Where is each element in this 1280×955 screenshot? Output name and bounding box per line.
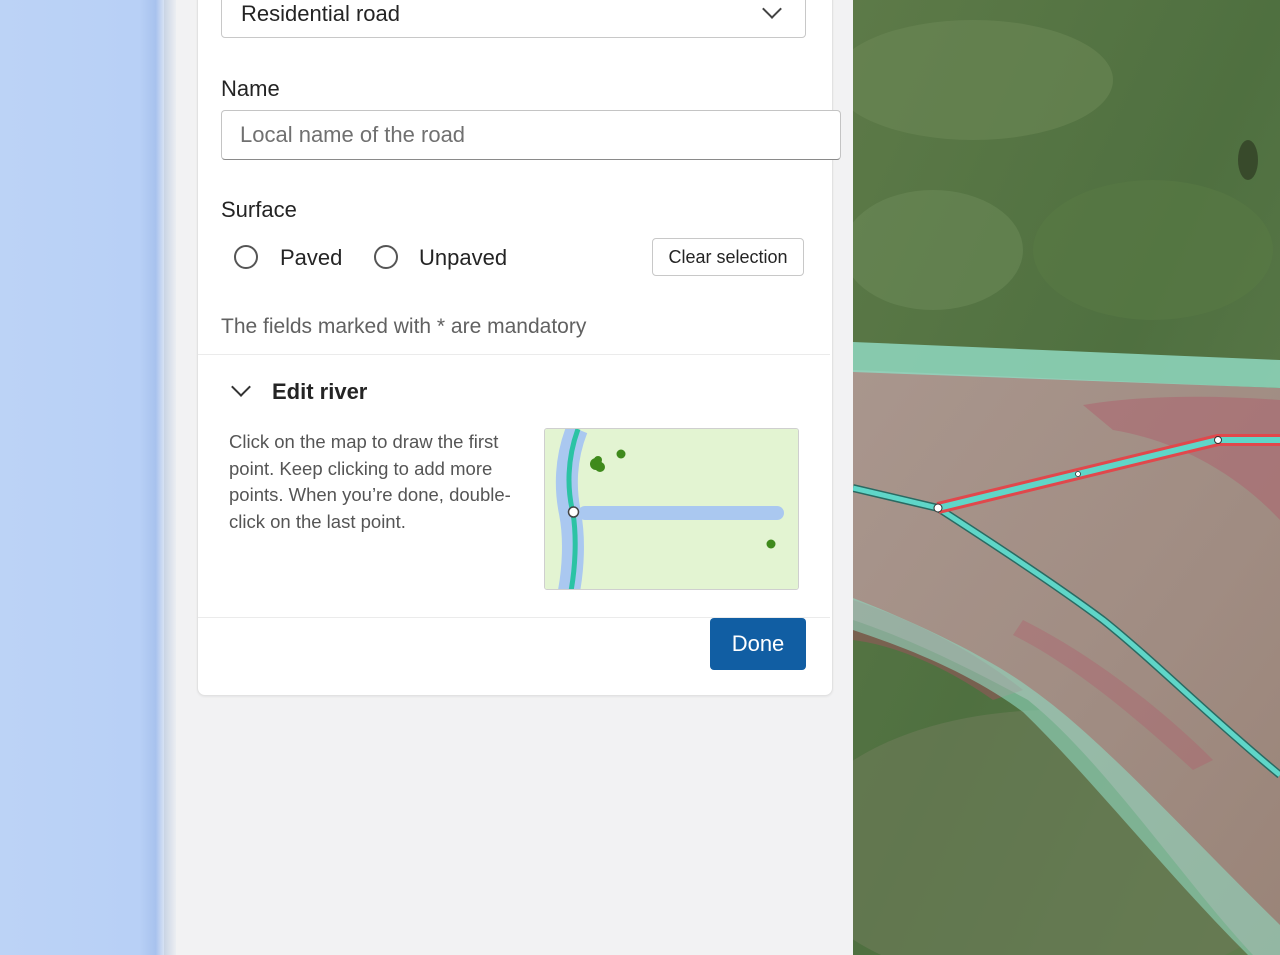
surface-label: Surface: [221, 197, 297, 222]
edit-feature-card: [197, 0, 833, 696]
radio-unpaved[interactable]: [374, 245, 398, 269]
radio-unpaved-label[interactable]: Unpaved: [419, 245, 507, 271]
name-label: Name: [221, 76, 280, 101]
background-window-strip: [0, 0, 164, 955]
road-type-value: Residential road: [241, 1, 400, 26]
draw-river-illustration: [544, 428, 799, 590]
chevron-down-icon: [762, 0, 782, 19]
satellite-map[interactable]: [853, 0, 1280, 955]
panel-shadow: [164, 0, 176, 955]
radio-paved-label[interactable]: Paved: [280, 245, 342, 271]
road-type-dropdown[interactable]: Residential road: [221, 0, 806, 38]
mandatory-hint: The fields marked with * are mandatory: [221, 315, 587, 338]
name-input[interactable]: [221, 110, 841, 160]
done-button[interactable]: Done: [710, 618, 806, 670]
edit-river-title[interactable]: Edit river: [272, 379, 367, 405]
clear-selection-button[interactable]: Clear selection: [652, 238, 804, 276]
section-divider: [198, 354, 830, 355]
edit-river-instructions: Click on the map to draw the first point…: [229, 431, 511, 532]
radio-paved[interactable]: [234, 245, 258, 269]
